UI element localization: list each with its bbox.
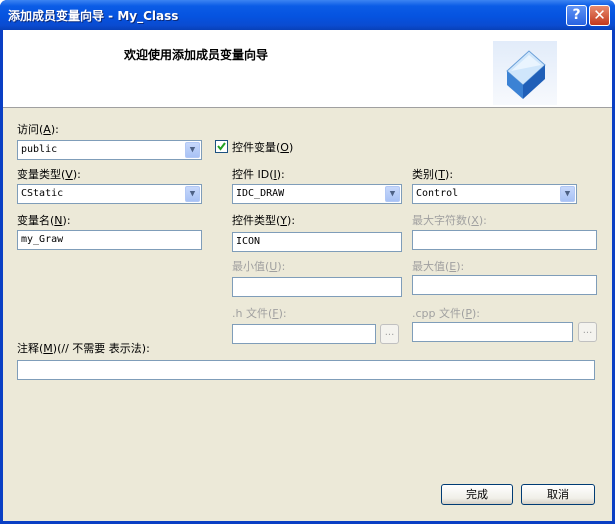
control-id-value: IDC_DRAW (236, 188, 285, 199)
control-id-combo[interactable]: IDC_DRAW ▼ (232, 184, 402, 204)
chevron-down-icon[interactable]: ▼ (185, 186, 200, 202)
control-variable-label: 控件变量(O) (232, 141, 294, 154)
window-title: 添加成员变量向导 - My_Class (8, 9, 179, 23)
h-file-browse-button[interactable]: ... (380, 324, 399, 344)
cpp-file-label: .cpp 文件(P): (412, 307, 480, 320)
chevron-down-icon[interactable]: ▼ (385, 186, 400, 202)
close-button[interactable]: ✕ (589, 5, 610, 26)
comment-input[interactable] (17, 360, 595, 380)
cpp-file-browse-button[interactable]: ... (578, 322, 597, 342)
control-id-label: 控件 ID(I): (232, 168, 285, 181)
control-type-input[interactable]: ICON (232, 232, 402, 252)
variable-type-value: CStatic (21, 188, 64, 199)
max-value-input[interactable] (412, 275, 597, 295)
control-variable-checkbox[interactable] (215, 140, 228, 153)
max-value-label: 最大值(E): (412, 260, 465, 273)
h-file-label: .h 文件(F): (232, 307, 287, 320)
control-type-label: 控件类型(Y): (232, 214, 296, 227)
min-value-input[interactable] (232, 277, 402, 297)
finish-button[interactable]: 完成 (441, 484, 513, 505)
chevron-down-icon[interactable]: ▼ (560, 186, 575, 202)
category-label: 类别(T): (412, 168, 454, 181)
check-icon (217, 142, 226, 151)
dialog-window: 添加成员变量向导 - My_Class ? ✕ 欢迎使用添加成员变量向导 访问(… (0, 0, 615, 524)
access-label: 访问(A): (17, 123, 59, 136)
dialog-body: 欢迎使用添加成员变量向导 访问(A): public ▼ 控件变量(O) 变量类… (3, 30, 612, 521)
access-value: public (21, 144, 58, 155)
wizard-logo-icon (493, 41, 557, 105)
cpp-file-input[interactable] (412, 322, 573, 342)
comment-label: 注释(M)(// 不需要 表示法): (17, 342, 150, 355)
min-value-label: 最小值(U): (232, 260, 286, 273)
max-chars-input[interactable] (412, 230, 597, 250)
category-combo[interactable]: Control ▼ (412, 184, 577, 204)
wizard-header: 欢迎使用添加成员变量向导 (3, 30, 612, 108)
variable-name-input[interactable]: my_Graw (17, 230, 202, 250)
access-combo[interactable]: public ▼ (17, 140, 202, 160)
chevron-down-icon[interactable]: ▼ (185, 142, 200, 158)
title-bar[interactable]: 添加成员变量向导 - My_Class ? ✕ (0, 0, 615, 30)
wizard-title: 欢迎使用添加成员变量向导 (124, 48, 269, 62)
variable-name-label: 变量名(N): (17, 214, 71, 227)
variable-type-label: 变量类型(V): (17, 168, 81, 181)
cancel-button[interactable]: 取消 (521, 484, 595, 505)
variable-type-combo[interactable]: CStatic ▼ (17, 184, 202, 204)
h-file-input[interactable] (232, 324, 376, 344)
help-button[interactable]: ? (566, 5, 587, 26)
category-value: Control (416, 188, 459, 199)
max-chars-label: 最大字符数(X): (412, 214, 487, 227)
